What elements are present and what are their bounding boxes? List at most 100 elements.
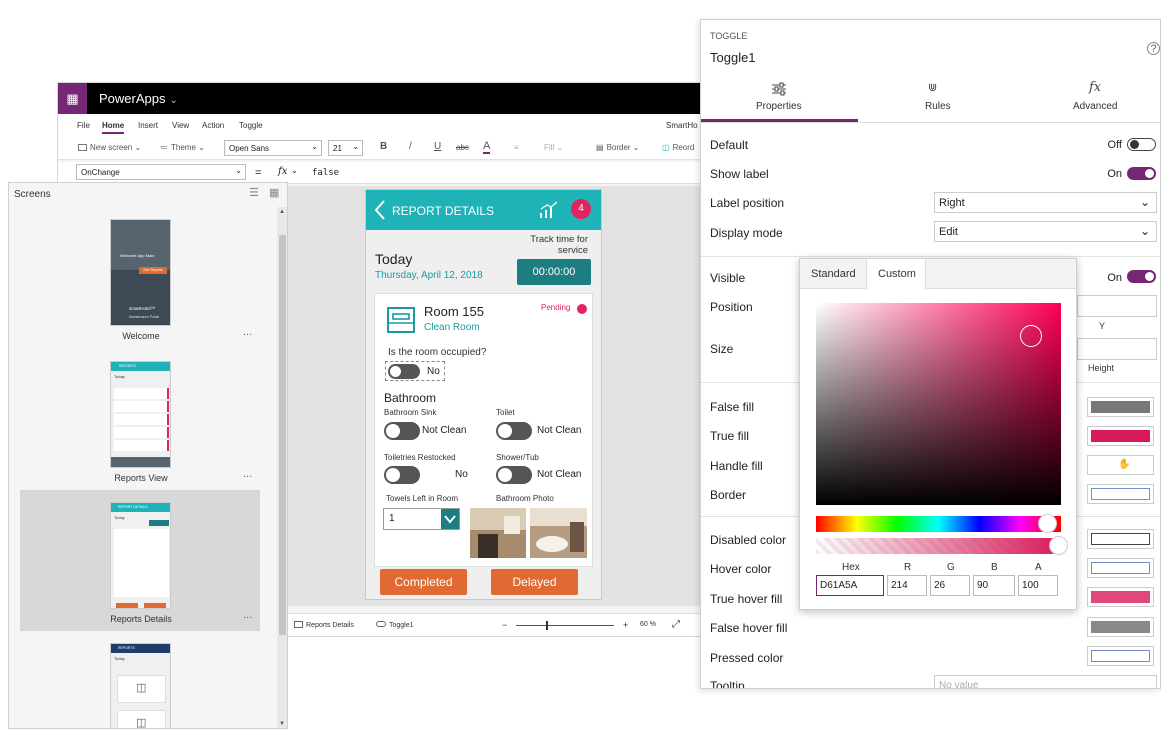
- menu-file[interactable]: File: [77, 121, 90, 130]
- zoom-slider[interactable]: [516, 625, 614, 626]
- true-fill-swatch[interactable]: [1087, 426, 1154, 446]
- hover-color-swatch[interactable]: [1087, 558, 1154, 578]
- border-icon: ▤: [596, 143, 604, 152]
- italic-button[interactable]: /: [409, 141, 412, 152]
- label-position-select[interactable]: Right ⌄: [934, 192, 1157, 213]
- font-color-button[interactable]: A: [483, 140, 491, 154]
- screen-thumb-welcome[interactable]: Welcome App Main See Reports smartHotel™…: [110, 219, 171, 326]
- theme-button[interactable]: ≔ Theme ⌄: [160, 143, 205, 152]
- menu-home[interactable]: Home: [102, 121, 125, 134]
- tab-custom[interactable]: Custom: [866, 259, 926, 290]
- menu-insert[interactable]: Insert: [138, 121, 158, 130]
- control-name[interactable]: Toggle1: [710, 50, 756, 65]
- visible-label: Visible: [710, 271, 746, 285]
- position-y-input[interactable]: [1077, 295, 1157, 317]
- tab-standard[interactable]: Standard: [811, 268, 856, 280]
- hue-slider-thumb[interactable]: [1038, 514, 1057, 533]
- tab-properties[interactable]: Properties: [701, 78, 858, 122]
- screen-thumb-4[interactable]: REPORTS Today ◫ ◫: [110, 643, 171, 728]
- bold-button[interactable]: B: [380, 141, 387, 152]
- waffle-icon[interactable]: ▦: [58, 83, 87, 114]
- screen-more-reports-view[interactable]: ...: [243, 468, 252, 480]
- hex-input[interactable]: D61A5A: [816, 575, 884, 596]
- app-title[interactable]: PowerApps ⌄: [99, 91, 178, 106]
- zoom-slider-thumb[interactable]: [546, 621, 548, 630]
- menu-view[interactable]: View: [172, 121, 189, 130]
- screen-more-reports-details[interactable]: ...: [243, 609, 252, 621]
- completed-button[interactable]: Completed: [380, 569, 467, 595]
- fx-icon[interactable]: fx: [278, 166, 287, 177]
- delayed-button[interactable]: Delayed: [491, 569, 578, 595]
- hue-slider[interactable]: [816, 516, 1061, 532]
- menu-toggle[interactable]: Toggle: [239, 121, 263, 130]
- title-bar: ▦ PowerApps ⌄: [58, 83, 760, 114]
- screen-breadcrumb[interactable]: Reports Details: [294, 621, 354, 629]
- bathroom-photo-1[interactable]: [470, 508, 526, 558]
- timer-button[interactable]: 00:00:00: [517, 259, 591, 285]
- formula-input[interactable]: false: [312, 168, 339, 178]
- align-button[interactable]: ≡: [514, 143, 519, 152]
- cursor-hand-icon: ✋: [1118, 459, 1131, 470]
- zoom-in-button[interactable]: +: [623, 620, 628, 630]
- border-button[interactable]: ▤ Border ⌄: [596, 143, 640, 152]
- a-label: A: [1035, 562, 1042, 573]
- toiletries-toggle[interactable]: [384, 466, 420, 484]
- tab-rules[interactable]: ⋓ Rules: [858, 78, 1015, 122]
- font-select-value: Open Sans: [229, 144, 270, 153]
- fill-button[interactable]: Fill ⌄: [544, 143, 563, 152]
- strikethrough-button[interactable]: abc: [456, 143, 469, 152]
- handle-fill-swatch[interactable]: ✋: [1087, 455, 1154, 475]
- scroll-down-icon[interactable]: ▼: [279, 721, 285, 727]
- help-icon[interactable]: ?: [1147, 42, 1160, 55]
- notification-badge[interactable]: 4: [571, 199, 591, 219]
- tab-advanced[interactable]: fx Advanced: [1015, 78, 1160, 122]
- track-time-label: Track time for service: [530, 234, 588, 256]
- fit-screen-icon[interactable]: ⤢: [672, 619, 680, 630]
- size-height-input[interactable]: [1077, 338, 1157, 360]
- menu-action[interactable]: Action: [202, 121, 224, 130]
- default-toggle[interactable]: [1127, 138, 1156, 151]
- r-input[interactable]: 214: [887, 575, 927, 596]
- font-select[interactable]: Open Sans ⌄: [224, 140, 322, 156]
- a-input[interactable]: 100: [1018, 575, 1058, 596]
- chart-icon[interactable]: [539, 201, 559, 219]
- alpha-slider-thumb[interactable]: [1049, 536, 1068, 555]
- new-screen-button[interactable]: New screen ⌄: [78, 143, 141, 152]
- control-breadcrumb[interactable]: Toggle1: [376, 621, 414, 629]
- visible-toggle[interactable]: [1127, 270, 1156, 283]
- underline-button[interactable]: U: [434, 141, 441, 152]
- occupied-toggle[interactable]: [388, 364, 420, 379]
- screen-thumb-reports-details[interactable]: REPORT DETAILS Today: [110, 502, 171, 609]
- scroll-up-icon[interactable]: ▲: [279, 209, 285, 215]
- border-swatch[interactable]: [1087, 484, 1154, 504]
- theme-icon: ≔: [160, 143, 168, 152]
- screen-more-welcome[interactable]: ...: [243, 326, 252, 338]
- alpha-slider[interactable]: [816, 538, 1061, 554]
- toilet-toggle[interactable]: [496, 422, 532, 440]
- property-select[interactable]: OnChange ⌄: [76, 164, 246, 180]
- b-input[interactable]: 90: [973, 575, 1015, 596]
- show-label-toggle[interactable]: [1127, 167, 1156, 180]
- disabled-color-swatch[interactable]: [1087, 529, 1154, 549]
- screens-scrollbar[interactable]: [277, 207, 287, 728]
- shower-toggle[interactable]: [496, 466, 532, 484]
- zoom-out-button[interactable]: −: [502, 620, 507, 630]
- occupied-toggle-selection[interactable]: No: [385, 361, 445, 381]
- tooltip-input[interactable]: No value: [934, 675, 1157, 688]
- reorder-button[interactable]: ◫ Reord: [662, 143, 694, 152]
- true-hover-fill-swatch[interactable]: [1087, 587, 1154, 607]
- grid-view-icon[interactable]: ▦: [269, 186, 279, 199]
- back-arrow-icon[interactable]: [374, 199, 386, 221]
- sink-toggle[interactable]: [384, 422, 420, 440]
- false-fill-swatch[interactable]: [1087, 397, 1154, 417]
- color-cursor[interactable]: [1020, 325, 1042, 347]
- g-input[interactable]: 26: [930, 575, 970, 596]
- towels-dropdown[interactable]: 1: [383, 508, 460, 530]
- display-mode-select[interactable]: Edit ⌄: [934, 221, 1157, 242]
- font-size-select[interactable]: 21 ⌄: [328, 140, 363, 156]
- bathroom-photo-2[interactable]: [530, 508, 587, 558]
- false-hover-fill-swatch[interactable]: [1087, 617, 1154, 637]
- pressed-color-swatch[interactable]: [1087, 646, 1154, 666]
- screen-thumb-reports-view[interactable]: REPORTS Today: [110, 361, 171, 468]
- list-view-icon[interactable]: ☰: [249, 186, 259, 199]
